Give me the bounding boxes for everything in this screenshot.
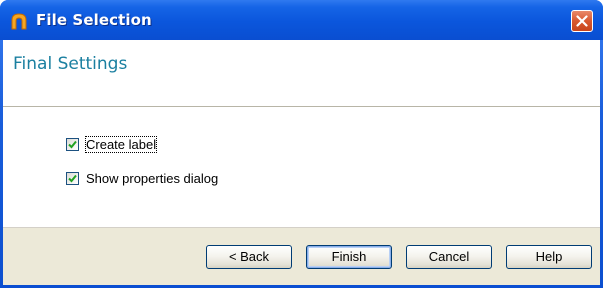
orange-arch-icon bbox=[10, 12, 28, 30]
back-button[interactable]: < Back bbox=[206, 245, 292, 269]
create-label-checkbox[interactable] bbox=[66, 138, 79, 151]
finish-button[interactable]: Finish bbox=[306, 245, 392, 269]
checkmark-icon bbox=[68, 140, 77, 149]
checkmark-icon bbox=[68, 174, 77, 183]
window-title: File Selection bbox=[36, 11, 152, 29]
wizard-header: Final Settings bbox=[3, 40, 600, 107]
help-button[interactable]: Help bbox=[506, 245, 592, 269]
create-label-text[interactable]: Create label bbox=[84, 136, 158, 153]
show-properties-text[interactable]: Show properties dialog bbox=[86, 171, 218, 186]
cancel-button[interactable]: Cancel bbox=[406, 245, 492, 269]
dialog-client-area: Final Settings Create label Show propert… bbox=[3, 40, 600, 285]
button-bar: < Back Finish Cancel Help bbox=[3, 228, 600, 285]
title-bar[interactable]: File Selection bbox=[0, 0, 603, 40]
show-properties-checkbox[interactable] bbox=[66, 172, 79, 185]
dialog-window: File Selection Final Settings Create lab… bbox=[0, 0, 603, 288]
page-title: Final Settings bbox=[13, 54, 128, 74]
options-pane: Create label Show properties dialog bbox=[3, 107, 600, 228]
close-button[interactable] bbox=[571, 10, 593, 32]
